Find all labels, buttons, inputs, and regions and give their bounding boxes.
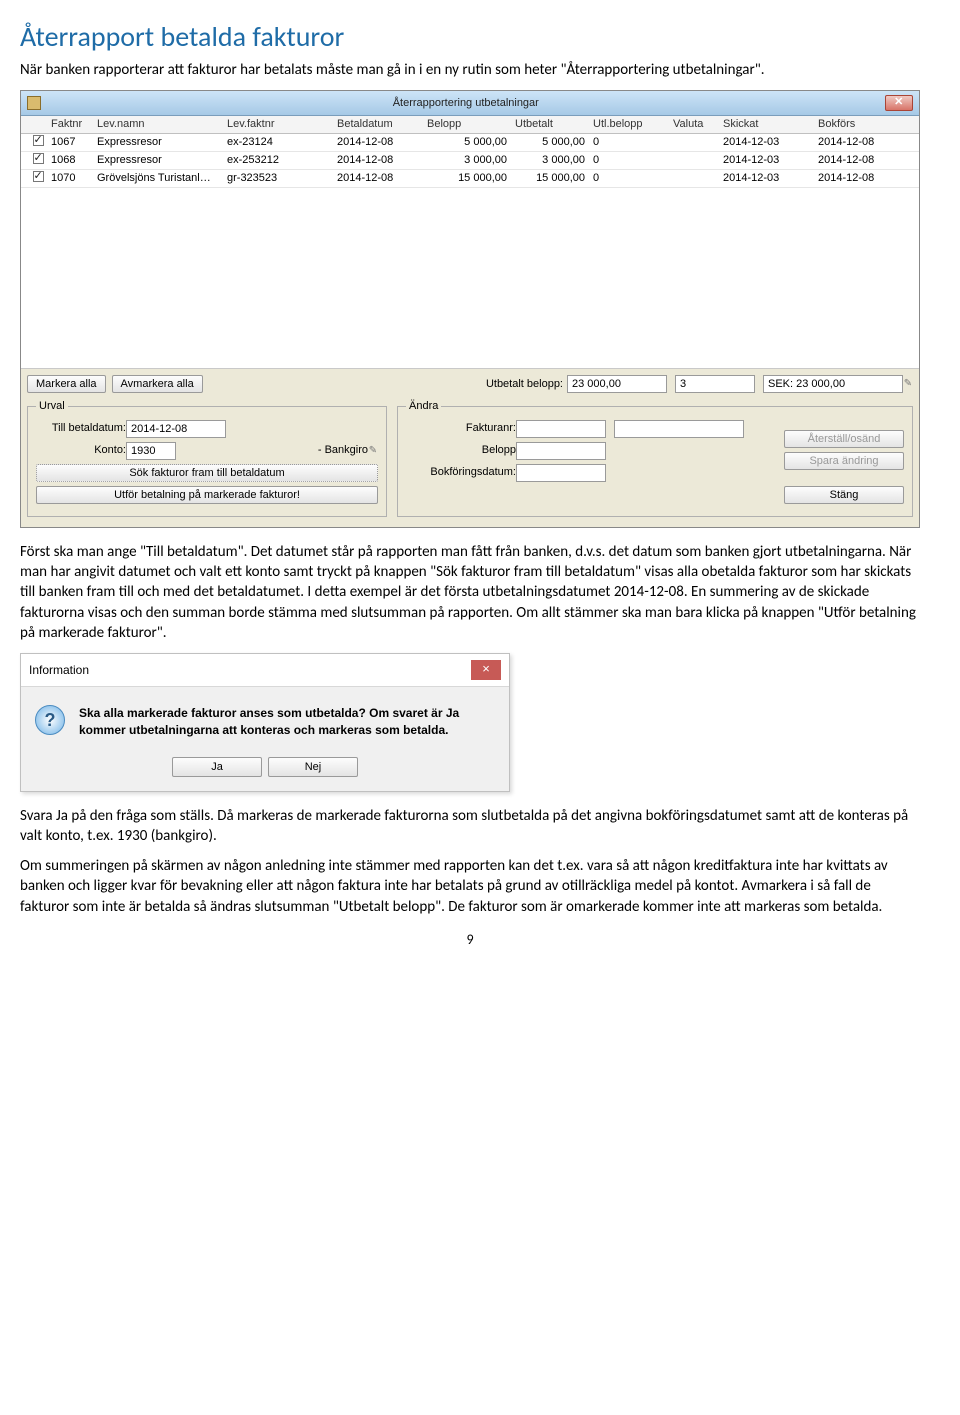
urval-legend: Urval — [36, 399, 68, 414]
cell-utbetalt: 3 000,00 — [515, 153, 593, 168]
belopp-input[interactable] — [516, 442, 606, 460]
row-checkbox[interactable] — [33, 153, 44, 164]
dialog-message: Ska alla markerade fakturor anses som ut… — [79, 705, 495, 739]
grid-header-row: Faktnr Lev.namn Lev.faktnr Betaldatum Be… — [21, 116, 919, 134]
col-valuta[interactable]: Valuta — [673, 117, 723, 132]
konto-text: - Bankgiro — [184, 443, 368, 458]
avmarkera-alla-button[interactable]: Avmarkera alla — [112, 375, 203, 393]
utfor-betalning-button[interactable]: Utför betalning på markerade fakturor! — [36, 486, 378, 504]
paragraph-4: Om summeringen på skärmen av någon anled… — [20, 856, 920, 917]
till-betaldatum-label: Till betaldatum: — [36, 421, 126, 436]
andra-fieldset: Ändra Fakturanr: Belopp — [397, 399, 913, 517]
cell-belopp: 15 000,00 — [427, 171, 515, 186]
page-number: 9 — [20, 931, 920, 950]
row-checkbox[interactable] — [33, 135, 44, 146]
paragraph-3: Svara Ja på den fråga som ställs. Då mar… — [20, 806, 920, 847]
belopp-label: Belopp — [406, 443, 516, 458]
col-utlbelopp[interactable]: Utl.belopp — [593, 117, 673, 132]
cell-levnamn: Expressresor — [97, 153, 227, 168]
konto-label: Konto: — [36, 443, 126, 458]
cell-betaldatum: 2014-12-08 — [337, 153, 427, 168]
cell-utlbelopp: 0 — [593, 153, 673, 168]
col-bokfors[interactable]: Bokförs — [818, 117, 898, 132]
count-field[interactable] — [675, 375, 755, 393]
cell-faktnr: 1068 — [51, 153, 97, 168]
col-skickat[interactable]: Skickat — [723, 117, 818, 132]
cell-bokfors: 2014-12-08 — [818, 135, 898, 150]
dialog-title: Information — [29, 662, 89, 678]
window-icon — [27, 96, 41, 110]
bokforingsdatum-label: Bokföringsdatum: — [406, 465, 516, 480]
aterstall-button[interactable]: Återställ/osänd — [784, 430, 904, 448]
info-dialog: Information × ? Ska alla markerade faktu… — [20, 653, 510, 792]
intro-paragraph: När banken rapporterar att fakturor har … — [20, 60, 920, 80]
bokforingsdatum-input[interactable] — [516, 464, 606, 482]
fakturanr-input[interactable] — [516, 420, 606, 438]
titlebar: Återrapportering utbetalningar ✕ — [21, 91, 919, 116]
cell-levnamn: Expressresor — [97, 135, 227, 150]
col-levfaktnr[interactable]: Lev.faktnr — [227, 117, 337, 132]
sok-fakturor-button[interactable]: Sök fakturor fram till betaldatum — [36, 464, 378, 482]
lower-panel: Markera alla Avmarkera alla Utbetalt bel… — [21, 369, 919, 527]
dialog-yes-button[interactable]: Ja — [172, 757, 262, 777]
stang-button[interactable]: Stäng — [784, 486, 904, 504]
info-icon: ? — [35, 705, 65, 735]
cell-belopp: 3 000,00 — [427, 153, 515, 168]
cell-utbetalt: 5 000,00 — [515, 135, 593, 150]
cell-utlbelopp: 0 — [593, 171, 673, 186]
row-checkbox[interactable] — [33, 171, 44, 182]
wand-icon[interactable]: ✎ — [368, 444, 378, 458]
cell-skickat: 2014-12-03 — [723, 171, 818, 186]
data-grid: Faktnr Lev.namn Lev.faktnr Betaldatum Be… — [21, 116, 919, 369]
col-levnamn[interactable]: Lev.namn — [97, 117, 227, 132]
cell-skickat: 2014-12-03 — [723, 153, 818, 168]
page-heading: Återrapport betalda fakturor — [20, 18, 920, 56]
table-row[interactable]: 1067Expressresorex-231242014-12-085 000,… — [21, 134, 919, 152]
window-screenshot: Återrapportering utbetalningar ✕ Faktnr … — [20, 90, 920, 528]
markera-alla-button[interactable]: Markera alla — [27, 375, 106, 393]
paragraph-2: Först ska man ange "Till betaldatum". De… — [20, 542, 920, 643]
cell-utlbelopp: 0 — [593, 135, 673, 150]
urval-fieldset: Urval Till betaldatum: Konto: - Bankgiro… — [27, 399, 387, 517]
cell-levnamn: Grövelsjöns Turistanl… — [97, 171, 227, 186]
utbetalt-belopp-field[interactable] — [567, 375, 667, 393]
table-row[interactable]: 1070Grövelsjöns Turistanl…gr-3235232014-… — [21, 170, 919, 188]
cell-betaldatum: 2014-12-08 — [337, 171, 427, 186]
col-betaldatum[interactable]: Betaldatum — [337, 117, 427, 132]
andra-legend: Ändra — [406, 399, 441, 414]
cell-faktnr: 1067 — [51, 135, 97, 150]
cell-bokfors: 2014-12-08 — [818, 153, 898, 168]
sek-field[interactable] — [763, 375, 903, 393]
fakturanr-label: Fakturanr: — [406, 421, 516, 436]
cell-skickat: 2014-12-03 — [723, 135, 818, 150]
dialog-close-icon[interactable]: × — [471, 660, 501, 680]
cell-utbetalt: 15 000,00 — [515, 171, 593, 186]
fakturanr-extra-input[interactable] — [614, 420, 744, 438]
close-icon[interactable]: ✕ — [885, 95, 913, 111]
spara-andring-button[interactable]: Spara ändring — [784, 452, 904, 470]
cell-levfaktnr: gr-323523 — [227, 171, 337, 186]
cell-bokfors: 2014-12-08 — [818, 171, 898, 186]
utbetalt-belopp-label: Utbetalt belopp: — [486, 377, 563, 392]
col-faktnr[interactable]: Faktnr — [51, 117, 97, 132]
col-utbetalt[interactable]: Utbetalt — [515, 117, 593, 132]
wand-icon[interactable]: ✎ — [903, 377, 913, 391]
table-row[interactable]: 1068Expressresorex-2532122014-12-083 000… — [21, 152, 919, 170]
dialog-no-button[interactable]: Nej — [268, 757, 358, 777]
konto-input[interactable] — [126, 442, 176, 460]
col-belopp[interactable]: Belopp — [427, 117, 515, 132]
cell-faktnr: 1070 — [51, 171, 97, 186]
cell-belopp: 5 000,00 — [427, 135, 515, 150]
till-betaldatum-input[interactable] — [126, 420, 226, 438]
cell-levfaktnr: ex-253212 — [227, 153, 337, 168]
cell-levfaktnr: ex-23124 — [227, 135, 337, 150]
window-title: Återrapportering utbetalningar — [47, 96, 885, 111]
cell-betaldatum: 2014-12-08 — [337, 135, 427, 150]
